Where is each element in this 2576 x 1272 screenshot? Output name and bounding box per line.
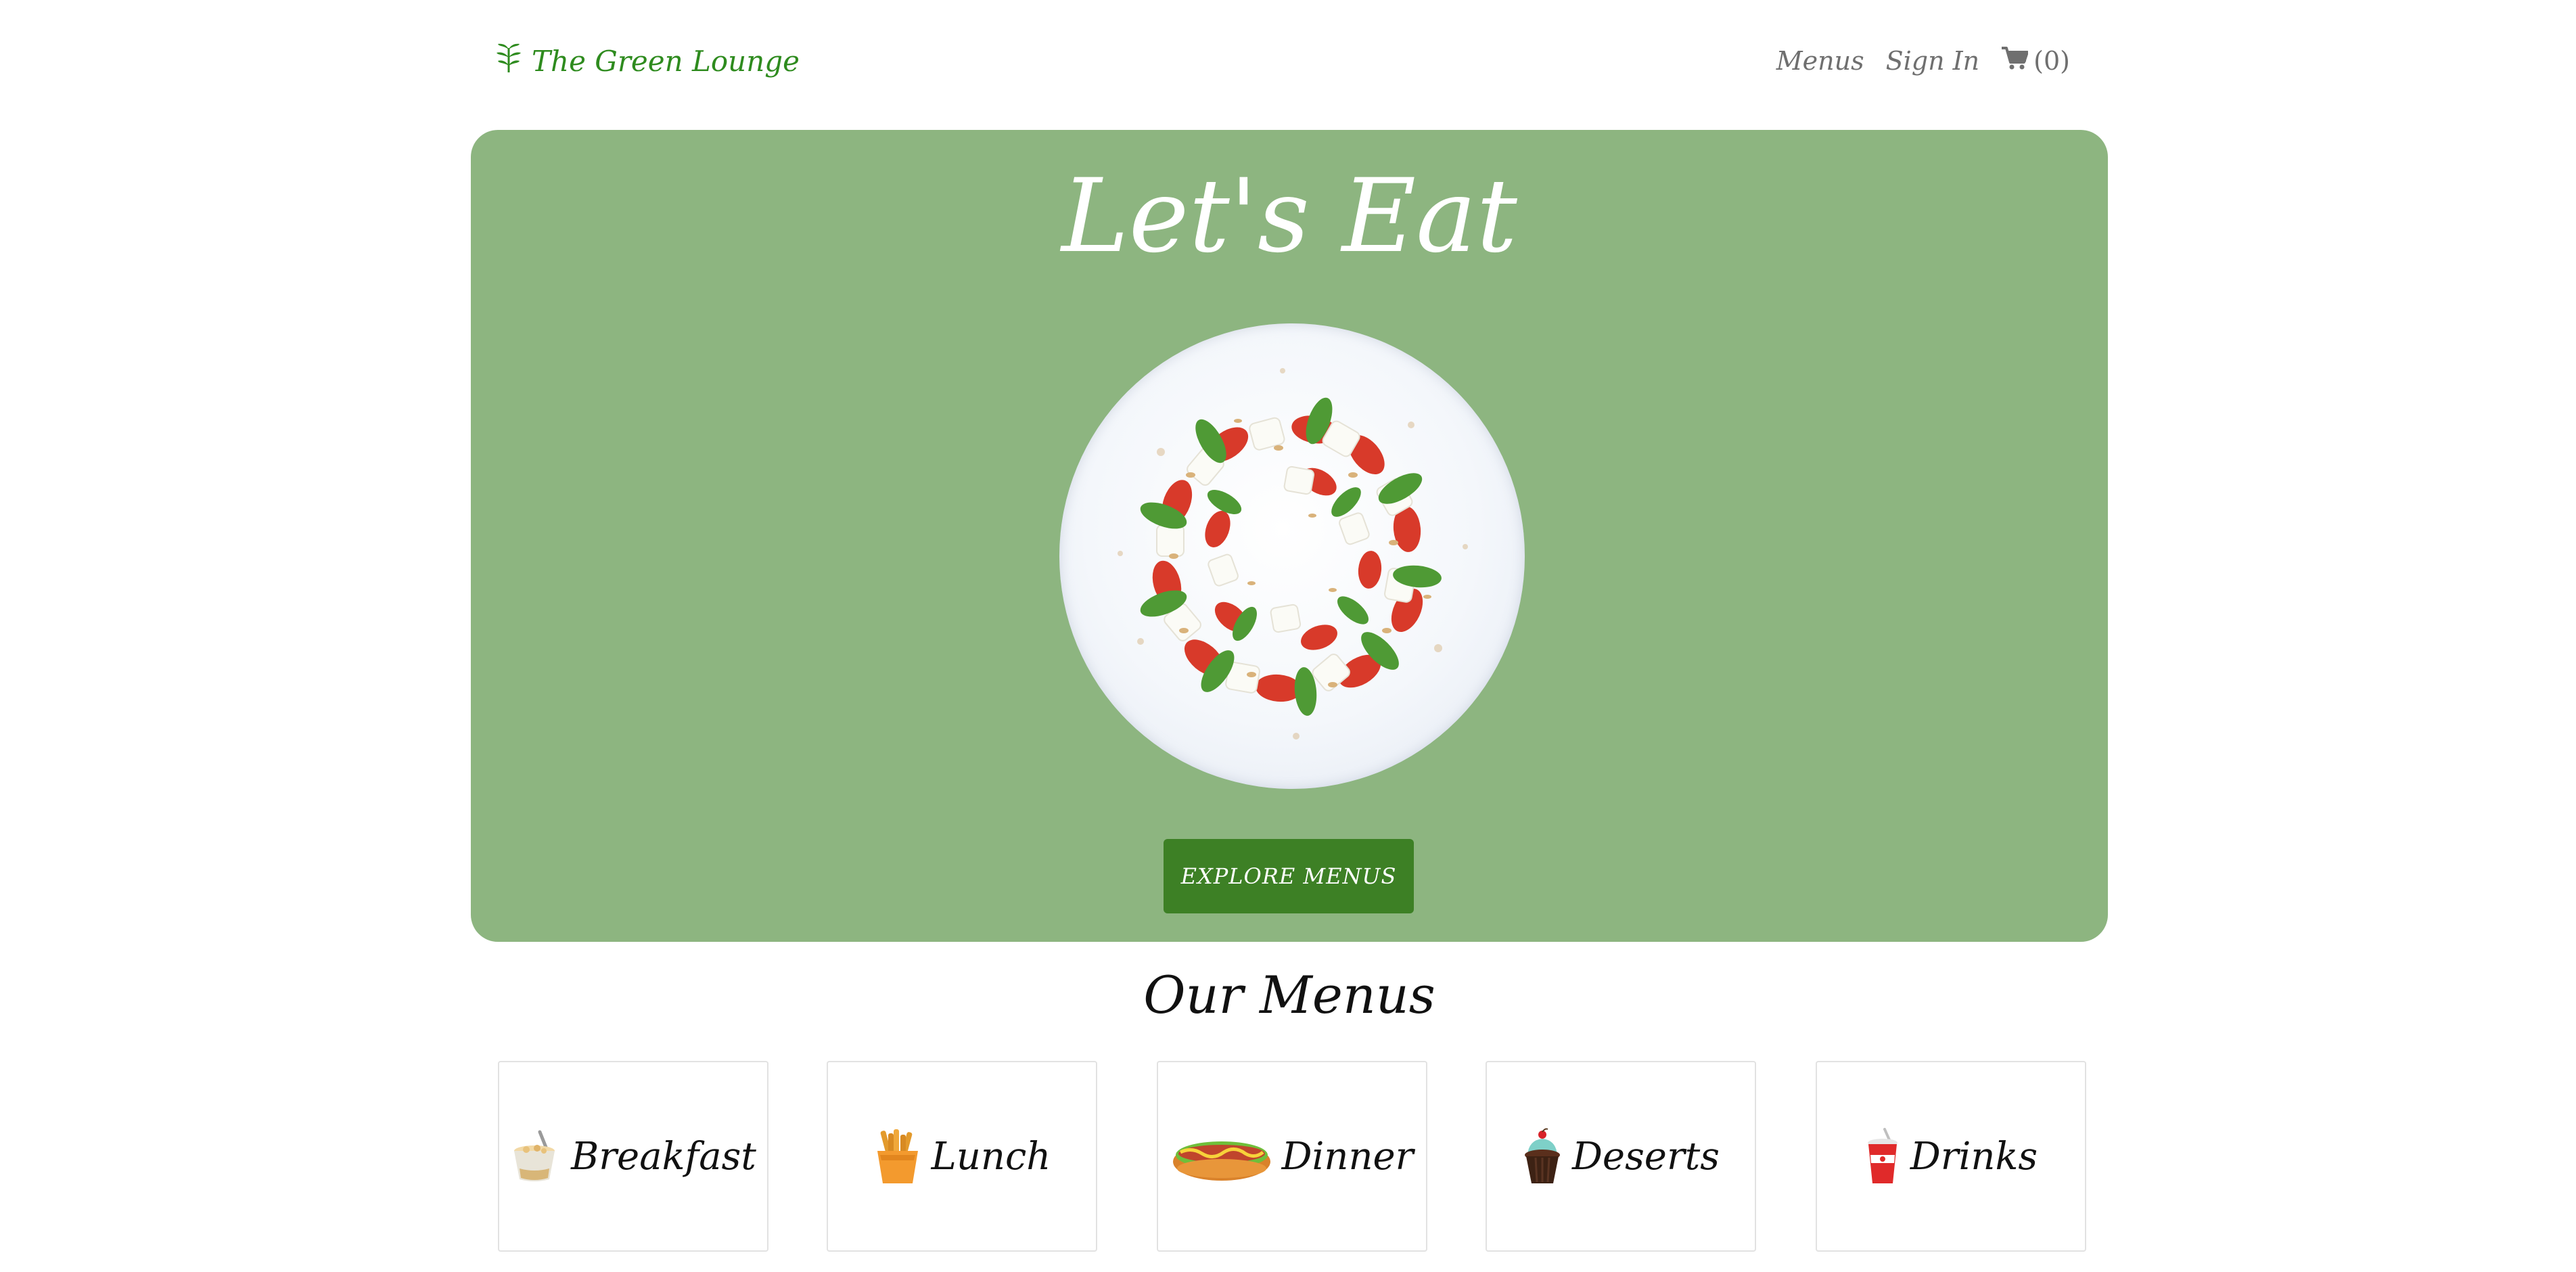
explore-menus-button[interactable]: EXPLORE MENUS xyxy=(1164,839,1414,913)
cereal-bowl-icon xyxy=(510,1128,561,1185)
nav-link-sign-in[interactable]: Sign In xyxy=(1886,46,1980,76)
caprese-salad-plate xyxy=(1059,323,1525,789)
nav-links: Menus Sign In (0) xyxy=(1776,46,2108,76)
hotdog-icon xyxy=(1171,1128,1272,1185)
shopping-cart-icon xyxy=(2001,46,2029,76)
nav-link-menus[interactable]: Menus xyxy=(1776,46,1864,76)
navbar: The Green Lounge Menus Sign In (0) xyxy=(471,27,2108,95)
section-title-our-menus: Our Menus xyxy=(1143,965,1435,1025)
menu-card-lunch[interactable]: Lunch xyxy=(827,1061,1097,1252)
menu-card-deserts[interactable]: Deserts xyxy=(1486,1061,1756,1252)
menu-card-label: Lunch xyxy=(931,1134,1051,1179)
brand-link[interactable]: The Green Lounge xyxy=(471,41,800,81)
menu-card-label: Drinks xyxy=(1910,1134,2038,1179)
menu-card-drinks[interactable]: Drinks xyxy=(1816,1061,2086,1252)
menu-card-label: Dinner xyxy=(1281,1134,1414,1179)
cupcake-icon xyxy=(1522,1128,1563,1185)
leaf-icon xyxy=(495,41,522,81)
menu-card-dinner[interactable]: Dinner xyxy=(1157,1061,1427,1252)
cart-link[interactable]: (0) xyxy=(2001,46,2070,76)
fries-basket-icon xyxy=(873,1128,922,1185)
page: The Green Lounge Menus Sign In (0) Let's… xyxy=(0,0,2576,1272)
hero-banner: Let's Eat EXPLORE MENUS xyxy=(471,130,2108,942)
cart-count: (0) xyxy=(2033,46,2070,76)
menu-card-label: Breakfast xyxy=(571,1134,756,1179)
menu-card-breakfast[interactable]: Breakfast xyxy=(498,1061,768,1252)
hero-title: Let's Eat xyxy=(1061,158,1517,275)
brand-name: The Green Lounge xyxy=(532,44,800,78)
menu-card-label: Deserts xyxy=(1572,1134,1720,1179)
soda-cup-icon xyxy=(1864,1128,1901,1185)
